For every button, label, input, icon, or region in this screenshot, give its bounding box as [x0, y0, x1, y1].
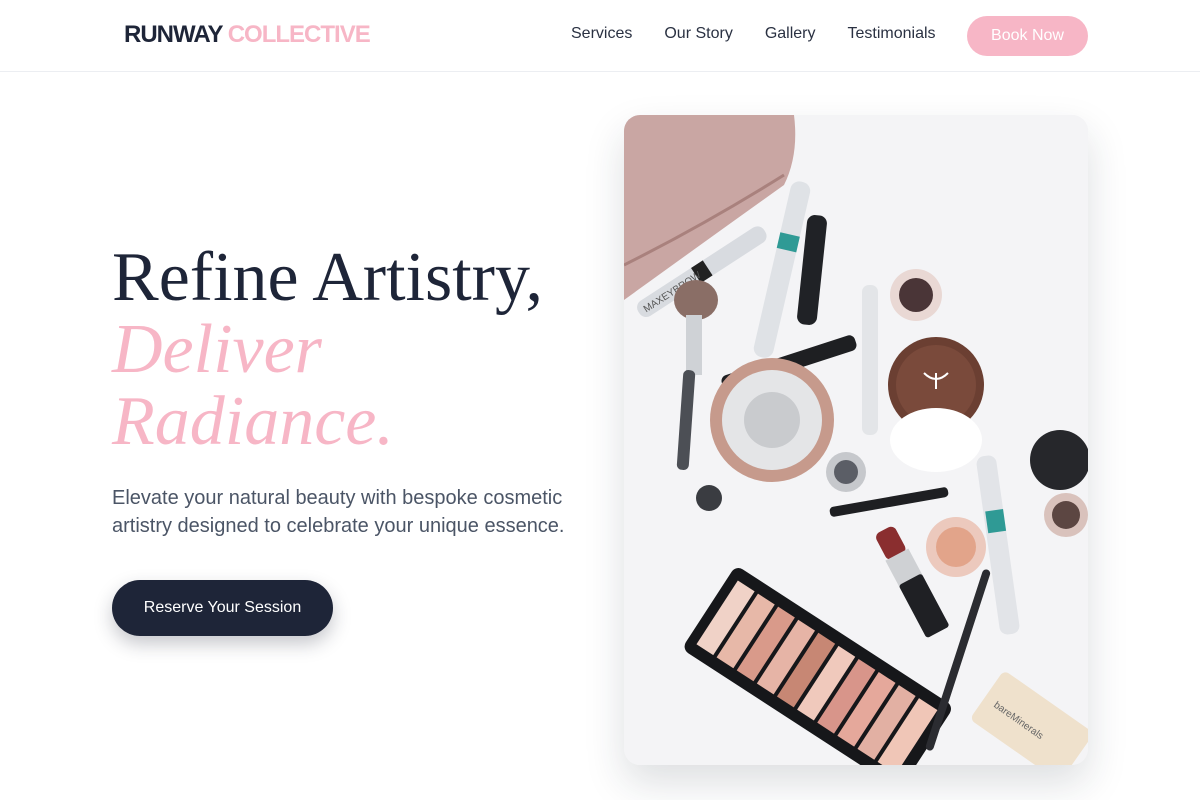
- hero-title-line2: Deliver: [112, 311, 322, 388]
- small-cap: [696, 485, 722, 511]
- hero-subtitle: Elevate your natural beauty with bespoke…: [112, 487, 565, 537]
- brand-name-part1: RUNWAY: [124, 21, 223, 48]
- hero-title-line1: Refine Artistry,: [112, 239, 543, 316]
- hero-makeup-image: MAXEYBROW bareMinerals: [624, 115, 1088, 765]
- brand-name-part2: COLLECTIVE: [227, 21, 371, 48]
- nav-link-services[interactable]: Services: [571, 24, 632, 44]
- nav-link-gallery[interactable]: Gallery: [765, 24, 816, 44]
- pot-black: [1030, 430, 1088, 490]
- hero-title: Refine Artistry, Deliver Radiance.: [112, 242, 543, 458]
- reserve-session-button[interactable]: Reserve Your Session: [112, 580, 333, 636]
- site-header: RUNWAY COLLECTIVE Services Our Story Gal…: [0, 0, 1200, 72]
- powder-compact: [710, 358, 834, 482]
- makeup-flatlay-illustration: MAXEYBROW bareMinerals: [624, 115, 1088, 765]
- lip-pencil: [862, 285, 878, 435]
- hero-title-line3: Radiance.: [112, 383, 394, 460]
- nav-link-our-story[interactable]: Our Story: [664, 24, 732, 44]
- nav-link-testimonials[interactable]: Testimonials: [848, 24, 936, 44]
- loose-powder: [890, 408, 982, 472]
- book-now-button[interactable]: Book Now: [967, 16, 1088, 56]
- brand-logo[interactable]: RUNWAY COLLECTIVE: [124, 21, 371, 49]
- main-nav: Services Our Story Gallery Testimonials: [571, 24, 936, 44]
